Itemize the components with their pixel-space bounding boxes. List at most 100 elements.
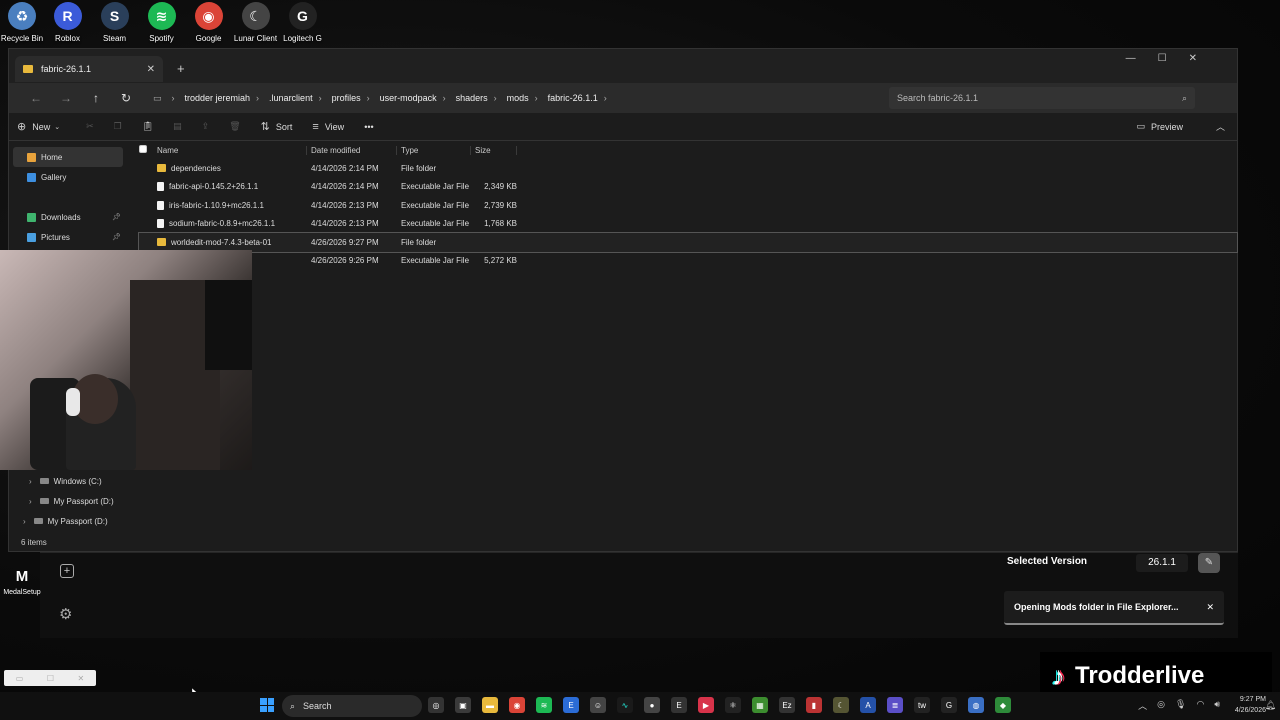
forward-icon[interactable]: → <box>51 91 81 105</box>
app-icon-g[interactable]: G <box>941 697 957 713</box>
column-date[interactable]: Date modified <box>307 145 397 155</box>
breadcrumb[interactable]: ▭ › trodder jeremiah › .lunarclient › profil… <box>145 87 875 109</box>
new-tab-button[interactable]: + <box>177 61 185 76</box>
app-icon-lunar[interactable]: ☾ <box>833 697 849 713</box>
app-icon-bell[interactable]: ● <box>644 697 660 713</box>
breadcrumb-item[interactable]: shaders <box>456 93 488 103</box>
gear-icon[interactable]: ⚙ <box>59 605 72 623</box>
edit-version-icon[interactable]: ✎ <box>1198 553 1220 573</box>
new-button[interactable]: ⊕ New ⌄ <box>17 120 66 133</box>
view-button[interactable]: ≡ View <box>312 121 344 133</box>
select-all-checkbox[interactable] <box>139 145 157 155</box>
chevron-right-icon[interactable]: › <box>29 477 32 486</box>
share-button[interactable]: ⇪ <box>202 121 210 132</box>
tray-app-icon[interactable]: ◎ <box>1157 699 1165 712</box>
chevron-right-icon[interactable]: › <box>319 93 322 103</box>
tray-overflow-icon[interactable]: ︿ <box>1138 699 1147 712</box>
app-icon-red[interactable]: ▮ <box>806 697 822 713</box>
rename-button[interactable]: ▤ <box>173 121 182 132</box>
back-icon[interactable]: ← <box>21 91 51 105</box>
wifi-icon[interactable]: ◠ <box>1196 699 1204 712</box>
pin-icon[interactable]: 📌︎ <box>112 233 121 241</box>
mini-icon-b[interactable]: ☐ <box>47 674 54 683</box>
breadcrumb-item[interactable]: mods <box>507 93 529 103</box>
mini-icon-a[interactable]: ▭ <box>16 674 24 683</box>
chevron-right-icon[interactable]: › <box>604 93 607 103</box>
mini-window-bar[interactable]: ▭ ☐ ✕ <box>4 670 96 686</box>
sidebar-item-gallery[interactable]: Gallery <box>9 167 127 187</box>
sidebar-item-home[interactable]: Home <box>13 147 123 167</box>
file-explorer-taskbar-icon[interactable]: ▬ <box>482 697 498 713</box>
mini-close-icon[interactable]: ✕ <box>78 674 85 683</box>
medal-desktop-icon[interactable]: M MedalSetup <box>2 568 42 596</box>
app-icon-list[interactable]: ≣ <box>887 697 903 713</box>
tree-item-drive[interactable]: › My Passport (D:) <box>9 491 114 511</box>
chevron-right-icon[interactable]: › <box>535 93 538 103</box>
tree-item-drive[interactable]: › My Passport (D:) <box>9 511 114 531</box>
clock[interactable]: 9:27 PM 4/26/2026 <box>1235 694 1266 716</box>
start-icon[interactable] <box>260 698 274 712</box>
preview-button[interactable]: ▭ Preview <box>1136 121 1183 132</box>
close-tab-icon[interactable]: ✕ <box>147 64 155 75</box>
breadcrumb-item[interactable]: fabric-26.1.1 <box>548 93 598 103</box>
up-icon[interactable]: ↑ <box>81 91 111 105</box>
app-icon-atom[interactable]: ⚛ <box>725 697 741 713</box>
sidebar-item-pictures[interactable]: Pictures 📌︎ <box>9 227 127 247</box>
chevron-up-icon[interactable]: ︿ <box>1216 120 1225 133</box>
file-row[interactable]: dependencies 4/14/2026 2:14 PM File folder <box>139 159 1237 178</box>
app-icon-block[interactable]: ◆ <box>995 697 1011 713</box>
file-row[interactable]: 014/26/2026 9:26 PMExecutable Jar File5,… <box>139 252 1237 271</box>
chevron-right-icon[interactable]: › <box>256 93 259 103</box>
taskbar-search[interactable]: ⌕ Search <box>282 695 422 717</box>
breadcrumb-item[interactable]: .lunarclient <box>269 93 313 103</box>
desktop-icon-logitech[interactable]: G Logitech G <box>279 0 326 43</box>
cut-button[interactable]: ✂ <box>86 121 94 132</box>
refresh-icon[interactable]: ↻ <box>111 91 141 105</box>
app-icon-epic[interactable]: E <box>671 697 687 713</box>
column-size[interactable]: Size <box>471 145 517 155</box>
desktop-icon-chrome[interactable]: ◉ Google <box>185 0 232 43</box>
file-row[interactable]: worldedit-mod-7.4.3-beta-01 4/26/2026 9:2… <box>138 232 1238 253</box>
column-name[interactable]: Name <box>157 145 307 155</box>
minecraft-taskbar-icon[interactable]: ▦ <box>752 697 768 713</box>
paste-button[interactable]: 📋︎ <box>142 121 153 132</box>
pin-icon[interactable]: 📌︎ <box>112 213 121 221</box>
app-icon-a[interactable]: A <box>860 697 876 713</box>
chevron-right-icon[interactable]: › <box>29 497 32 506</box>
volume-icon[interactable]: 🔊︎ <box>1214 699 1220 712</box>
tab-fabric[interactable]: fabric-26.1.1 ✕ <box>15 56 163 82</box>
more-button[interactable]: ••• <box>364 122 373 132</box>
file-row[interactable]: fabric-api-0.145.2+26.1.1 4/14/2026 2:14 … <box>139 178 1237 197</box>
breadcrumb-item[interactable]: trodder jeremiah <box>185 93 251 103</box>
copy-button[interactable]: ❐ <box>114 121 122 132</box>
chevron-right-icon[interactable]: › <box>367 93 370 103</box>
notification-bell-icon[interactable]: 🔔︎ <box>1265 700 1276 711</box>
app-icon-wave[interactable]: ∿ <box>617 697 633 713</box>
toast-close-icon[interactable]: ✕ <box>1206 602 1214 613</box>
chevron-right-icon[interactable]: › <box>494 93 497 103</box>
file-row[interactable]: sodium-fabric-0.8.9+mc26.1.1 4/14/2026 2:… <box>139 215 1237 234</box>
app-icon-tw[interactable]: tw <box>914 697 930 713</box>
file-row[interactable]: iris-fabric-1.10.9+mc26.1.1 4/14/2026 2:1… <box>139 196 1237 215</box>
sort-button[interactable]: ⇅ Sort <box>261 120 293 133</box>
mic-icon[interactable]: 🎙︎ <box>1175 699 1186 712</box>
add-icon[interactable]: + <box>60 564 74 578</box>
minimize-icon[interactable]: — <box>1126 53 1136 64</box>
close-icon[interactable]: ✕ <box>1189 53 1197 64</box>
maximize-icon[interactable]: ☐ <box>1158 53 1167 64</box>
breadcrumb-item[interactable]: profiles <box>332 93 361 103</box>
desktop-icon-spotify[interactable]: ≋ Spotify <box>138 0 185 43</box>
search-input[interactable]: Search fabric-26.1.1 ⌕ <box>889 87 1195 109</box>
selected-version-value[interactable]: 26.1.1 <box>1136 554 1188 572</box>
chevron-right-icon[interactable]: › <box>23 517 26 526</box>
chevron-right-icon[interactable]: › <box>443 93 446 103</box>
desktop-icon-roblox[interactable]: R Roblox <box>44 0 91 43</box>
discord-taskbar-icon[interactable]: ☺ <box>590 697 606 713</box>
app-icon-ez[interactable]: Ez <box>779 697 795 713</box>
desktop-icon-recycle-bin[interactable]: ♻ Recycle Bin <box>0 0 44 43</box>
app-icon-e[interactable]: E <box>563 697 579 713</box>
sidebar-item-downloads[interactable]: Downloads 📌︎ <box>9 207 127 227</box>
app-icon-play[interactable]: ▶ <box>698 697 714 713</box>
app-icon-globe[interactable]: ◍ <box>968 697 984 713</box>
tree-item-drive[interactable]: › Windows (C:) <box>9 471 114 491</box>
